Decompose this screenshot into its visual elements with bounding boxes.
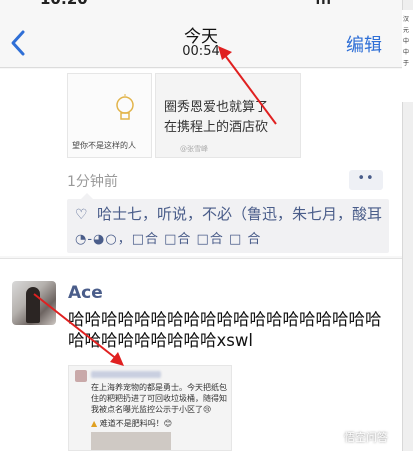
avatar-figure bbox=[26, 287, 40, 323]
screenshot-text: 在上海养宠物的都是勇士。今天把纸包住的粑粑扔进了可回收垃圾桶，随得知我被点名曝光… bbox=[91, 383, 227, 414]
thumbnail-caption: 望你不是这样的人 bbox=[72, 141, 136, 150]
status-time: 10:20 bbox=[40, 0, 88, 8]
adjacent-text: 汉 元 中 中 于 bbox=[403, 16, 410, 67]
watermark: 悟空问答 bbox=[331, 429, 388, 445]
moment-post: Ace 哈哈哈哈哈哈哈哈哈哈哈哈哈哈哈哈哈哈哈哈哈哈哈哈哈哈哈哈xswl 在上海… bbox=[0, 259, 402, 451]
post-timestamp: 1分钟前 bbox=[67, 174, 118, 190]
screenshot-photo bbox=[91, 432, 171, 450]
navigation-bar: 10:20 ııl 今天 00:54 编辑 bbox=[0, 0, 402, 68]
page-subtitle-time: 00:54 bbox=[182, 44, 220, 59]
author-name[interactable]: Ace bbox=[68, 283, 103, 303]
thumbnail-text-line: 圈秀恩爱也就算了 bbox=[164, 100, 269, 115]
moments-screen: 10:20 ııl 今天 00:54 编辑 望你不是这样的人 圈秀恩爱也就算了 … bbox=[0, 0, 402, 451]
screenshot-avatar bbox=[75, 370, 87, 382]
moment-post: 望你不是这样的人 圈秀恩爱也就算了 在携程上的酒店砍 @张雪峰 1分钟前 •• … bbox=[0, 69, 402, 256]
more-actions-button[interactable]: •• bbox=[349, 170, 383, 190]
thumbnail-text-line: 在携程上的酒店砍 bbox=[164, 120, 269, 135]
thumbnail-watermark: @张雪峰 bbox=[180, 145, 208, 153]
watermark-text: 悟空问答 bbox=[344, 431, 388, 444]
post-image[interactable]: 在上海养宠物的都是勇士。今天把纸包住的粑粑扔进了可回收垃圾桶，随得知我被点名曝光… bbox=[68, 365, 232, 451]
screenshot-warning: ▲ 难道不是肥料吗！😊 bbox=[91, 418, 172, 429]
signal-icon: ııl bbox=[315, 0, 332, 8]
warning-icon: ▲ bbox=[91, 419, 98, 428]
likes-names[interactable]: 哈士七，听说，不必（鲁迅，朱七月，酸耳 bbox=[97, 203, 382, 224]
lightbulb-icon bbox=[116, 94, 134, 120]
heart-icon: ♡ bbox=[75, 207, 88, 223]
avatar[interactable] bbox=[12, 281, 56, 325]
post-image-thumbnail[interactable]: 圈秀恩爱也就算了 在携程上的酒店砍 @张雪峰 bbox=[155, 73, 301, 158]
screenshot-warning-text: 难道不是肥料吗！😊 bbox=[99, 419, 173, 428]
post-image-thumbnail[interactable]: 望你不是这样的人 bbox=[67, 73, 152, 158]
wukong-logo-icon bbox=[331, 432, 342, 443]
edit-button[interactable]: 编辑 bbox=[346, 31, 382, 57]
likes-panel: ♡ 哈士七，听说，不必（鲁迅，朱七月，酸耳 ◔-◕○，□合 □合 □合 □ 合 bbox=[67, 193, 389, 253]
likes-names[interactable]: ◔-◕○，□合 □合 □合 □ 合 bbox=[75, 228, 261, 247]
post-text: 哈哈哈哈哈哈哈哈哈哈哈哈哈哈哈哈哈哈哈哈哈哈哈哈哈哈哈哈xswl bbox=[68, 310, 382, 350]
screenshot-blurred-name bbox=[91, 371, 161, 378]
